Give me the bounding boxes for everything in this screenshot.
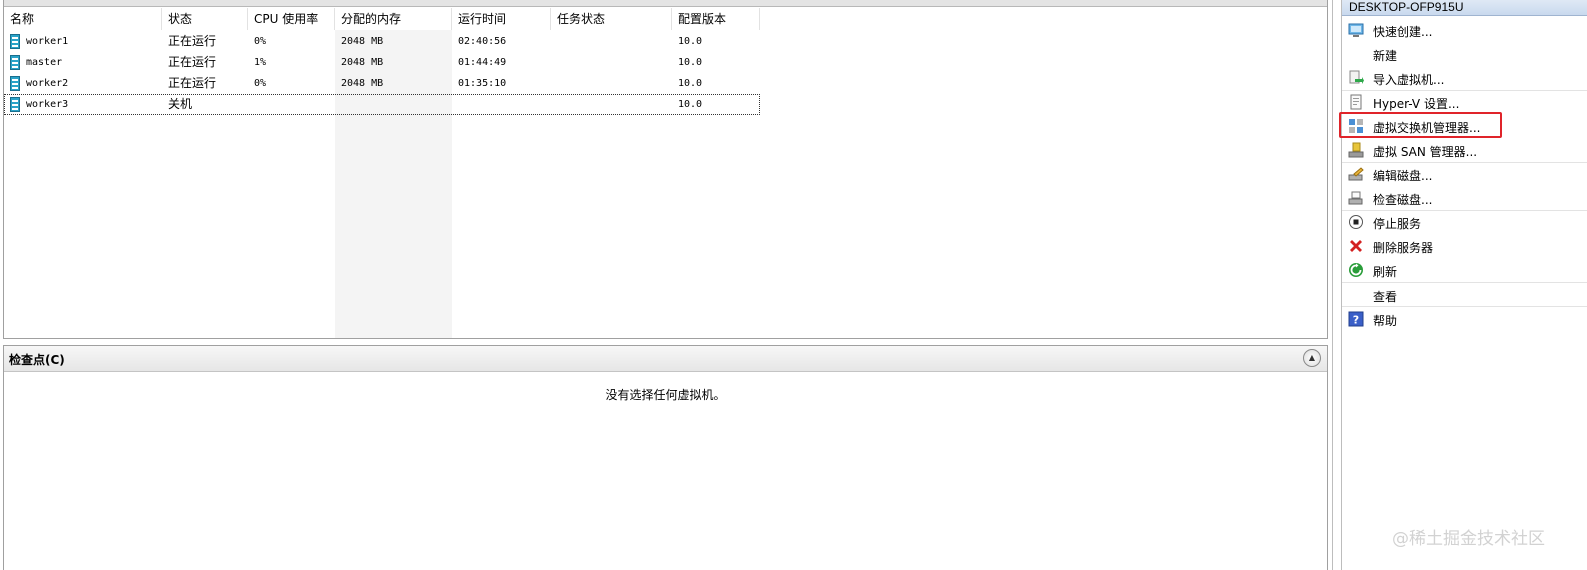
vm-row-worker2[interactable]: worker2 正在运行 0% 2048 MB 01:35:10 10.0	[4, 73, 760, 94]
column-header-task-status[interactable]: 任务状态	[551, 8, 672, 30]
action-help[interactable]: ? 帮助	[1342, 308, 1587, 331]
vm-name: worker1	[26, 36, 69, 47]
stop-icon	[1348, 214, 1364, 230]
action-label: 检查磁盘...	[1373, 193, 1433, 207]
action-import-vm[interactable]: 导入虚拟机...	[1342, 67, 1587, 90]
action-refresh[interactable]: 刷新	[1342, 259, 1587, 282]
vm-cpu: 0%	[254, 78, 267, 89]
action-label: 编辑磁盘...	[1373, 169, 1433, 183]
vm-cpu	[248, 94, 254, 115]
vm-task-status	[551, 52, 557, 73]
import-vm-icon	[1348, 70, 1364, 86]
vm-icon	[10, 76, 20, 91]
separator	[1342, 282, 1587, 283]
hyperv-manager-window: 名称 状态 CPU 使用率 分配的内存 ⌄ 运行时间 任务状态 配置版本 wor…	[0, 0, 1587, 570]
vm-uptime: 02:40:56	[458, 36, 507, 47]
action-stop-service[interactable]: 停止服务	[1342, 211, 1587, 234]
pane-top-strip	[4, 0, 1327, 7]
vm-uptime: 01:35:10	[458, 78, 507, 89]
column-header-uptime[interactable]: 运行时间	[452, 8, 551, 30]
edit-disk-icon	[1348, 166, 1364, 182]
vm-task-status	[551, 73, 557, 94]
vm-name: master	[26, 57, 63, 68]
checkpoints-panel: 检查点(C) ▲ 没有选择任何虚拟机。	[3, 345, 1328, 570]
help-icon: ?	[1348, 311, 1364, 327]
vm-name: worker2	[26, 78, 69, 89]
checkpoints-title: 检查点(C)	[9, 353, 65, 367]
vm-task-status	[551, 94, 557, 115]
vm-version: 10.0	[678, 57, 703, 68]
actions-pane: DESKTOP-OFP915U 快速创建... 新建 导入虚拟机... Hype…	[1342, 0, 1587, 570]
vm-memory	[335, 94, 341, 115]
column-header-memory[interactable]: 分配的内存 ⌄	[335, 8, 452, 30]
separator	[1342, 306, 1587, 307]
delete-icon	[1348, 238, 1364, 254]
vm-state: 正在运行	[168, 76, 217, 90]
action-label: 停止服务	[1373, 217, 1422, 231]
vm-cpu: 0%	[254, 36, 267, 47]
settings-icon	[1348, 94, 1364, 110]
quick-create-icon	[1348, 22, 1364, 38]
vm-uptime: 01:44:49	[458, 57, 507, 68]
column-header-state[interactable]: 状态	[162, 8, 248, 30]
vm-list-header: 名称 状态 CPU 使用率 分配的内存 ⌄ 运行时间 任务状态 配置版本	[4, 8, 760, 30]
vm-uptime	[452, 94, 458, 115]
vm-memory: 2048 MB	[341, 78, 384, 89]
action-label: 查看	[1373, 290, 1398, 304]
vm-row-worker1[interactable]: worker1 正在运行 0% 2048 MB 02:40:56 10.0	[4, 31, 760, 52]
pane-splitter[interactable]	[1332, 0, 1342, 570]
column-header-name[interactable]: 名称	[4, 8, 162, 30]
action-label: 导入虚拟机...	[1373, 73, 1445, 87]
annotation-highlight-box	[1339, 112, 1502, 138]
action-hyperv-settings[interactable]: Hyper-V 设置...	[1342, 91, 1587, 114]
action-inspect-disk[interactable]: 检查磁盘...	[1342, 187, 1587, 210]
vm-cpu: 1%	[254, 57, 267, 68]
action-view[interactable]: 查看	[1342, 284, 1587, 307]
vm-memory: 2048 MB	[341, 36, 384, 47]
action-new[interactable]: 新建	[1342, 43, 1587, 66]
checkpoints-header[interactable]: 检查点(C) ▲	[4, 346, 1327, 372]
column-header-config-version[interactable]: 配置版本	[672, 8, 760, 30]
actions-host-header[interactable]: DESKTOP-OFP915U	[1342, 0, 1587, 16]
vm-state: 正在运行	[168, 55, 217, 69]
vm-version: 10.0	[678, 78, 703, 89]
sort-descending-icon: ⌄	[390, 8, 398, 18]
vm-row-master[interactable]: master 正在运行 1% 2048 MB 01:44:49 10.0	[4, 52, 760, 73]
collapse-icon[interactable]: ▲	[1303, 349, 1321, 367]
action-quick-create[interactable]: 快速创建...	[1342, 19, 1587, 42]
action-edit-disk[interactable]: 编辑磁盘...	[1342, 163, 1587, 186]
vm-memory: 2048 MB	[341, 57, 384, 68]
inspect-disk-icon	[1348, 190, 1364, 206]
vm-row-worker3[interactable]: worker3 关机 10.0	[4, 94, 760, 115]
action-label: 刷新	[1373, 265, 1398, 279]
vm-name: worker3	[26, 99, 69, 110]
vm-icon	[10, 55, 20, 70]
vm-task-status	[551, 31, 557, 52]
action-label: 虚拟 SAN 管理器...	[1373, 145, 1478, 159]
action-label: 删除服务器	[1373, 241, 1434, 255]
refresh-icon	[1348, 262, 1364, 278]
vm-state: 关机	[168, 97, 193, 111]
svg-text:?: ?	[1353, 314, 1359, 327]
san-manager-icon	[1348, 142, 1364, 158]
action-label: Hyper-V 设置...	[1373, 97, 1460, 111]
vm-list-panel: 名称 状态 CPU 使用率 分配的内存 ⌄ 运行时间 任务状态 配置版本 wor…	[3, 0, 1328, 339]
vm-version: 10.0	[678, 99, 703, 110]
vm-icon	[10, 34, 20, 49]
column-header-cpu[interactable]: CPU 使用率	[248, 8, 335, 30]
action-virtual-san-manager[interactable]: 虚拟 SAN 管理器...	[1342, 139, 1587, 162]
action-remove-server[interactable]: 删除服务器	[1342, 235, 1587, 258]
action-label: 快速创建...	[1373, 25, 1433, 39]
checkpoints-empty-message: 没有选择任何虚拟机。	[605, 388, 726, 402]
vm-version: 10.0	[678, 36, 703, 47]
watermark: @稀土掘金技术社区	[1392, 529, 1545, 549]
vm-state: 正在运行	[168, 34, 217, 48]
action-label: 帮助	[1373, 314, 1398, 328]
vm-icon	[10, 97, 20, 112]
action-label: 新建	[1373, 49, 1398, 63]
